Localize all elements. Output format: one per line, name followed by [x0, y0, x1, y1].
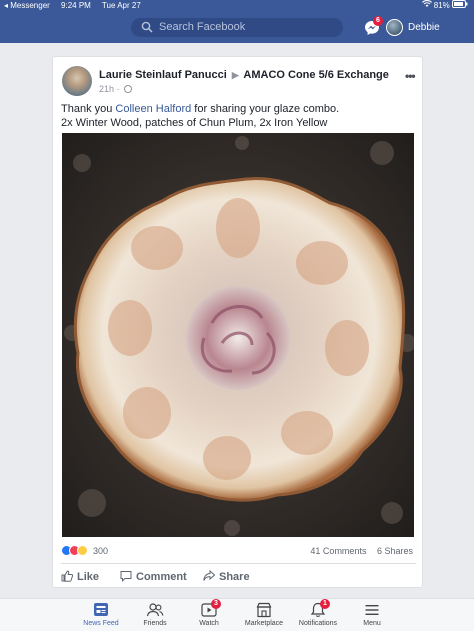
post-meta: 21h · [99, 84, 133, 94]
tab-friends[interactable]: Friends [125, 602, 185, 627]
post-actions: Like Comment Share [53, 567, 422, 587]
tab-label: Watch [199, 620, 219, 627]
wow-reaction-icon [77, 545, 88, 556]
search-icon [141, 21, 153, 33]
messenger-button[interactable]: 6 [364, 16, 383, 36]
post-card: Laurie Steinlauf Panucci ▶ AMACO Cone 5/… [52, 56, 423, 588]
battery-icon [452, 0, 468, 10]
menu-icon [363, 602, 381, 618]
caption-line-2: 2x Winter Wood, patches of Chun Plum, 2x… [61, 117, 328, 129]
caption-text-end: for sharing your glaze combo. [191, 103, 340, 115]
author-name[interactable]: Laurie Steinlauf Panucci [99, 69, 227, 81]
tab-label: Menu [363, 620, 381, 627]
post-header: Laurie Steinlauf Panucci ▶ AMACO Cone 5/… [99, 69, 389, 81]
globe-icon [124, 85, 133, 93]
group-name[interactable]: AMACO Cone 5/6 Exchange [243, 69, 388, 81]
status-bar: ◂ Messenger 9:24 PM Tue Apr 27 81% [0, 0, 474, 12]
mention-link[interactable]: Colleen Halford [115, 103, 191, 115]
author-avatar[interactable] [62, 66, 92, 96]
status-left: ◂ Messenger 9:24 PM Tue Apr 27 [4, 0, 150, 12]
watch-icon: 3 [200, 599, 221, 618]
like-label: Like [77, 571, 100, 583]
comment-label: Comment [136, 571, 187, 583]
share-arrow-icon [203, 570, 215, 581]
thumbs-up-icon [61, 570, 73, 582]
avatar[interactable] [386, 19, 403, 36]
share-count-link[interactable]: 6 Shares [377, 546, 413, 556]
marketplace-icon [255, 602, 273, 618]
wifi-icon [421, 0, 434, 10]
status-date: Tue Apr 27 [101, 1, 141, 10]
back-to-app-link[interactable]: ◂ Messenger [4, 1, 50, 10]
battery-percent: 81% [433, 1, 450, 10]
comment-button[interactable]: Comment [120, 567, 200, 587]
status-right: 81% [421, 0, 468, 12]
tab-marketplace[interactable]: Marketplace [234, 602, 294, 627]
reaction-count: 300 [93, 546, 109, 556]
share-label: Share [219, 571, 250, 583]
search-placeholder: Search Facebook [159, 21, 246, 33]
watch-badge: 3 [211, 599, 221, 609]
search-bar[interactable]: Search Facebook [131, 18, 343, 37]
bottom-tab-bar: News Feed Friends 3 Watch Marketplace 1 … [0, 598, 474, 631]
top-bar: ◂ Messenger 9:24 PM Tue Apr 27 81% Searc… [0, 0, 474, 43]
share-button[interactable]: Share [203, 567, 263, 587]
tab-notifications[interactable]: 1 Notifications [288, 599, 348, 627]
comment-count-link[interactable]: 41 Comments [310, 546, 366, 556]
tab-menu[interactable]: Menu [342, 602, 402, 627]
notifications-badge: 1 [320, 599, 330, 609]
engagement-stats: 41 Comments 6 Shares [310, 545, 413, 557]
news-feed-icon [92, 602, 110, 618]
caption-text-start: Thank you [61, 103, 116, 115]
tab-label: Friends [143, 620, 167, 627]
divider [61, 563, 416, 564]
tab-label: Marketplace [244, 620, 284, 627]
tab-label: News Feed [83, 620, 119, 627]
profile-name[interactable]: Debbie [408, 22, 440, 33]
messenger-badge: 6 [373, 16, 383, 26]
more-options-icon[interactable]: ••• [405, 69, 416, 83]
bell-icon: 1 [309, 599, 330, 618]
comment-icon [120, 571, 132, 582]
post-caption: Thank you Colleen Halford for sharing yo… [61, 102, 416, 130]
glazed-plate-image [62, 133, 414, 537]
status-time: 9:24 PM [61, 1, 91, 10]
tab-label: Notifications [298, 620, 338, 627]
like-button[interactable]: Like [61, 567, 111, 587]
tab-watch[interactable]: 3 Watch [179, 599, 239, 627]
post-photo[interactable] [62, 133, 414, 537]
tab-news-feed[interactable]: News Feed [71, 602, 131, 627]
caret-right-icon: ▶ [231, 70, 239, 80]
friends-icon [146, 602, 164, 618]
post-time[interactable]: 21h · [99, 84, 120, 94]
